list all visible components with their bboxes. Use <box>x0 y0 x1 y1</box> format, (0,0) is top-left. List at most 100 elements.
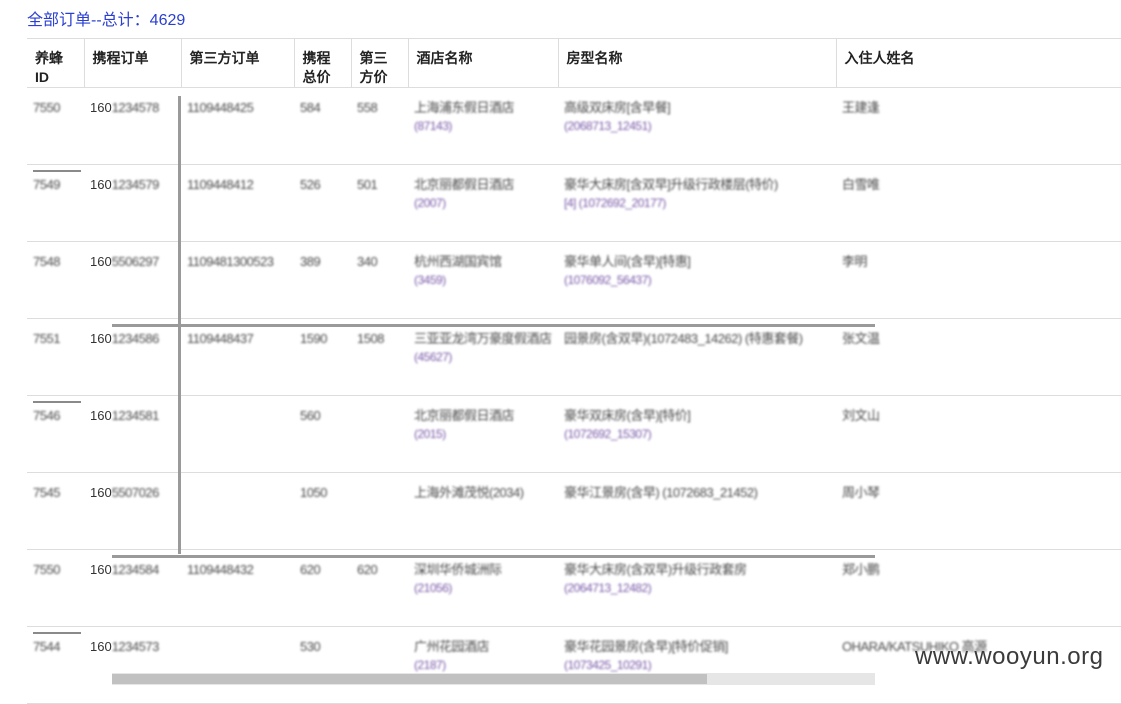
table-row[interactable]: 7550 1601234584 1109448432 620 620 深圳华侨城洲际 (21… <box>27 549 1121 627</box>
yf-id-value: 7551 <box>33 331 60 346</box>
ctrip-order-prefix: 160 <box>90 177 112 192</box>
cell-yf-id: 7545 <box>27 472 84 550</box>
ctrip-order-rest: 5506297 <box>111 254 160 269</box>
cell-third-price: 620 <box>351 549 408 627</box>
order-total: 4629 <box>149 12 186 29</box>
ctrip-order-rest: 1234573 <box>111 639 160 654</box>
col-header-yf-id[interactable]: 养蜂ID <box>27 38 84 88</box>
room-type-value: 豪华大床房[含双早]升级行政楼层(特价) <box>564 177 778 192</box>
cell-ctrip-order: 1605507026 <box>84 472 181 550</box>
cell-yf-id: 7548 <box>27 241 84 319</box>
cell-room-type: 豪华单人间(含早)[特惠] (1076092_56437) <box>558 241 836 319</box>
horizontal-scrollbar[interactable] <box>112 673 875 685</box>
guest-name-value: 王建逢 <box>842 100 880 115</box>
col-header-third-price[interactable]: 第三方价 <box>350 38 408 88</box>
hotel-sub-value: (2007) <box>414 196 446 210</box>
ctrip-total-value: 620 <box>300 562 321 577</box>
cell-third-order <box>181 395 294 473</box>
cell-third-order: 1109448437 <box>181 318 294 396</box>
cell-ctrip-total: 620 <box>294 549 351 627</box>
cell-ctrip-total: 1590 <box>294 318 351 396</box>
cell-hotel-name: 上海外滩茂悦(2034) <box>408 472 558 550</box>
ctrip-total-value: 560 <box>300 408 321 423</box>
hotel-name-value: 杭州西湖国宾馆 <box>414 254 502 269</box>
table-row[interactable]: 7549 1601234579 1109448412 526 501 北京丽都假日酒店 (2… <box>27 164 1121 242</box>
guest-name-value: 白雪唯 <box>842 177 880 192</box>
room-type-value: 园景房(含双早)(1072483_14262) (特惠套餐) <box>564 331 803 346</box>
table-row[interactable]: 7546 1601234581 560 北京丽都假日酒店 (2015) 豪华双床房(含早)… <box>27 395 1121 473</box>
hotel-name-value: 北京丽都假日酒店 <box>414 408 515 423</box>
cell-guest-name: 周小琴 <box>836 472 1121 550</box>
yf-id-value: 7545 <box>33 485 60 500</box>
cell-third-price: 558 <box>351 87 408 165</box>
table-row[interactable]: 7545 1605507026 1050 上海外滩茂悦(2034) 豪华江景房(含早) … <box>27 472 1121 550</box>
third-price-value: 1508 <box>357 331 384 346</box>
room-type-value: 豪华江景房(含早) (1072683_21452) <box>564 485 758 500</box>
col-header-guest-name[interactable]: 入住人姓名 <box>835 38 1121 88</box>
table-row[interactable]: 7550 1601234578 1109448425 584 558 上海浦东假日酒店 (8… <box>27 87 1121 165</box>
yf-id-value: 7544 <box>33 639 60 654</box>
room-type-value: 豪华单人间(含早)[特惠] <box>564 254 691 269</box>
cell-ctrip-order: 1601234581 <box>84 395 181 473</box>
row-marker <box>33 632 81 634</box>
cell-third-price <box>351 395 408 473</box>
cell-ctrip-order: 1605506297 <box>84 241 181 319</box>
ctrip-order-rest: 1234578 <box>111 100 160 115</box>
hotel-name-value: 上海外滩茂悦(2034) <box>414 485 524 500</box>
cell-guest-name: 张文温 <box>836 318 1121 396</box>
third-price-value: 620 <box>357 562 378 577</box>
cell-ctrip-order: 1601234573 <box>84 626 181 704</box>
cell-yf-id: 7546 <box>27 395 84 473</box>
third-order-value: 1109481300523 <box>187 254 274 269</box>
ctrip-order-prefix: 160 <box>90 254 112 269</box>
table-row[interactable]: 7551 1601234586 1109448437 1590 1508 三亚亚龙湾万豪度… <box>27 318 1121 396</box>
yf-id-value: 7548 <box>33 254 60 269</box>
cell-hotel-name: 北京丽都假日酒店 (2015) <box>408 395 558 473</box>
ctrip-order-prefix: 160 <box>90 562 112 577</box>
col-header-third-order[interactable]: 第三方订单 <box>180 38 294 88</box>
ctrip-order-prefix: 160 <box>90 485 112 500</box>
table-row[interactable]: 7548 1605506297 1109481300523 389 340 杭州西湖国宾馆… <box>27 241 1121 319</box>
third-order-value: 1109448432 <box>187 562 254 577</box>
ctrip-order-rest: 1234586 <box>111 331 160 346</box>
cell-guest-name: 刘文山 <box>836 395 1121 473</box>
room-type-value: 豪华大床房(含双早)升级行政套房 <box>564 562 747 577</box>
cell-yf-id: 7550 <box>27 87 84 165</box>
cell-third-order <box>181 472 294 550</box>
cell-ctrip-total: 530 <box>294 626 351 704</box>
hotel-name-value: 广州花园酒店 <box>414 639 490 654</box>
col-header-room-type[interactable]: 房型名称 <box>557 38 836 88</box>
orders-table: 养蜂ID 携程订单 第三方订单 携程总价 第三方价 酒店名称 房型名称 入住人姓… <box>27 38 1121 704</box>
hotel-name-value: 北京丽都假日酒店 <box>414 177 515 192</box>
room-type-value: 豪华花园景房(含早)[特价促销] <box>564 639 728 654</box>
cell-room-type: 园景房(含双早)(1072483_14262) (特惠套餐) <box>558 318 836 396</box>
cell-third-order <box>181 626 294 704</box>
cell-ctrip-total: 584 <box>294 87 351 165</box>
col-header-hotel-name[interactable]: 酒店名称 <box>407 38 558 88</box>
cell-ctrip-total: 526 <box>294 164 351 242</box>
scrollbar-thumb[interactable] <box>112 674 707 684</box>
page-title: 全部订单--总计：4629 <box>27 6 185 30</box>
cell-third-price <box>351 626 408 704</box>
cell-third-price <box>351 472 408 550</box>
cell-third-order: 1109481300523 <box>181 241 294 319</box>
col-header-ctrip-order[interactable]: 携程订单 <box>83 38 181 88</box>
hotel-sub-value: (45627) <box>414 350 452 364</box>
cell-ctrip-total: 560 <box>294 395 351 473</box>
ctrip-order-rest: 1234584 <box>111 562 160 577</box>
ctrip-total-value: 389 <box>300 254 321 269</box>
hotel-sub-value: (87143) <box>414 119 452 133</box>
room-type-value: 高级双床房[含早餐] <box>564 100 671 115</box>
room-sub-value: (1076092_56437) <box>564 273 652 287</box>
third-order-value: 1109448425 <box>187 100 254 115</box>
cell-third-price: 340 <box>351 241 408 319</box>
ctrip-total-value: 1050 <box>300 485 327 500</box>
cell-hotel-name: 三亚亚龙湾万豪度假酒店 (45627) <box>408 318 558 396</box>
room-sub-value: [4] (1072692_20177) <box>564 196 666 210</box>
yf-id-value: 7546 <box>33 408 60 423</box>
ctrip-total-value: 584 <box>300 100 321 115</box>
third-order-value: 1109448412 <box>187 177 254 192</box>
col-header-ctrip-total[interactable]: 携程总价 <box>293 38 351 88</box>
row-marker <box>33 401 81 403</box>
cell-ctrip-total: 1050 <box>294 472 351 550</box>
